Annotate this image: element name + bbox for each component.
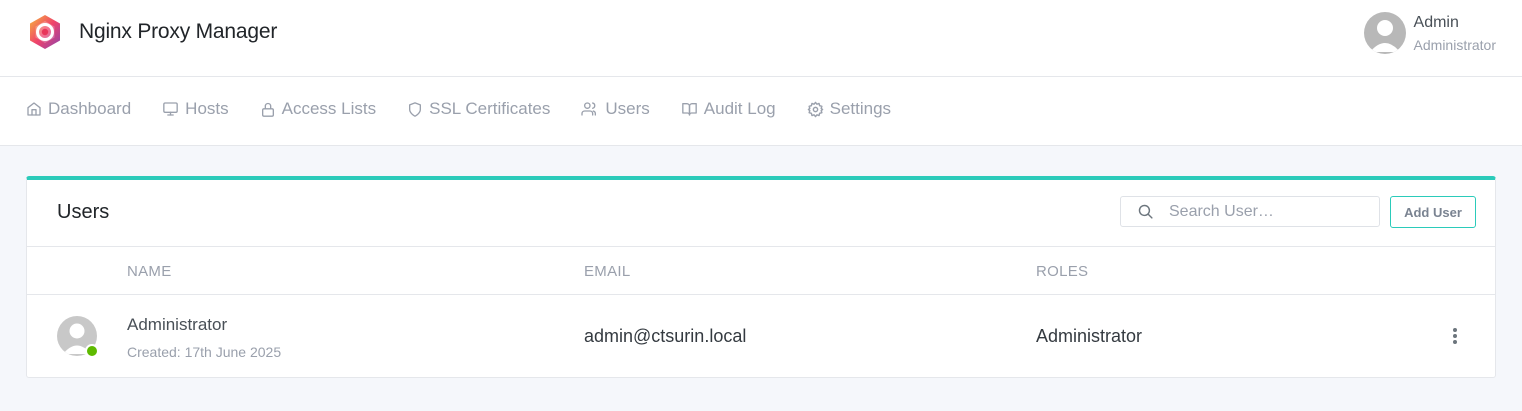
nav-item-label: SSL Certificates [429, 99, 551, 118]
row-actions-menu-icon[interactable] [1447, 324, 1463, 348]
book-open-icon [681, 103, 697, 116]
column-header-name: NAME [127, 263, 172, 280]
gear-icon [807, 101, 823, 117]
nav-item-label: Access Lists [281, 99, 377, 118]
card-header: Users Add User [27, 180, 1495, 247]
table-row: Administrator Created: 17th June 2025 ad… [27, 295, 1495, 378]
nav-item-label: Dashboard [48, 99, 132, 118]
user-menu[interactable]: Admin Administrator [1363, 12, 1496, 54]
add-user-button[interactable]: Add User [1390, 196, 1476, 228]
nav-item-ssl-certificates[interactable]: SSL Certificates [407, 99, 550, 119]
main-nav: Dashboard Hosts Access Lists SSL Certifi… [0, 77, 1522, 146]
top-header: Nginx Proxy Manager Admin Administrator [0, 0, 1522, 77]
online-status-indicator [85, 344, 99, 358]
table-header: NAME EMAIL ROLES [27, 247, 1495, 295]
nav-item-dashboard[interactable]: Dashboard [26, 99, 131, 119]
user-created-date: Created: 17th June 2025 [127, 344, 282, 360]
lock-icon [261, 102, 274, 117]
brand[interactable]: Nginx Proxy Manager [28, 14, 277, 50]
user-email: admin@ctsurin.local [584, 326, 747, 346]
search-box[interactable] [1120, 196, 1380, 227]
nav-item-audit-log[interactable]: Audit Log [681, 99, 776, 119]
monitor-icon [163, 102, 179, 116]
shield-icon [409, 101, 422, 117]
nav-item-label: Hosts [185, 99, 229, 118]
card-title: Users [57, 201, 110, 223]
column-header-roles: ROLES [1036, 263, 1089, 280]
default-avatar-icon [1369, 20, 1400, 52]
nav-item-label: Audit Log [703, 99, 776, 118]
current-user-name: Admin [1413, 13, 1459, 31]
nav-item-label: Settings [829, 99, 892, 118]
nav-item-settings[interactable]: Settings [807, 99, 891, 119]
user-name: Administrator [127, 315, 228, 334]
nginx-proxy-manager-logo-icon [30, 15, 60, 49]
search-icon [1138, 204, 1153, 219]
current-user-role: Administrator [1413, 36, 1496, 53]
search-input[interactable] [1169, 202, 1359, 221]
users-icon [581, 102, 597, 116]
avatar [1363, 12, 1406, 54]
app-title: Nginx Proxy Manager [79, 20, 278, 43]
nav-item-users[interactable]: Users [581, 99, 650, 119]
user-roles: Administrator [1036, 326, 1143, 346]
nav-item-label: Users [605, 99, 650, 118]
users-card: Users Add User NAME EMAIL ROLES Administ… [26, 176, 1496, 378]
nav-item-hosts[interactable]: Hosts [162, 99, 229, 119]
nav-item-access-lists[interactable]: Access Lists [260, 99, 376, 119]
home-icon [27, 102, 41, 116]
column-header-email: EMAIL [584, 263, 631, 280]
